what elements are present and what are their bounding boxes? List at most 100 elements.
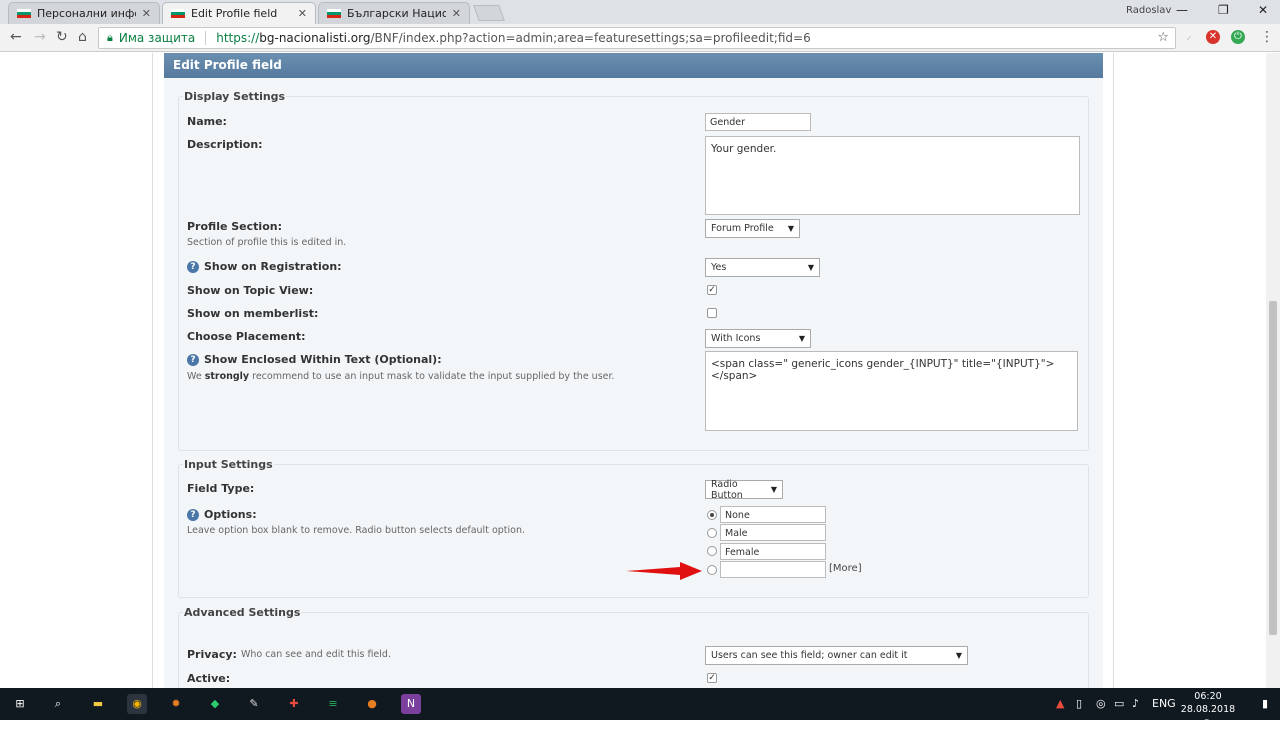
show-registration-label: ? Show on Registration:: [187, 260, 342, 273]
more-options-link[interactable]: [More]: [829, 563, 862, 574]
menu-icon[interactable]: ⋮: [1260, 29, 1274, 45]
tray-app-icon[interactable]: ◎: [1096, 697, 1106, 710]
tab-bg-nationalists[interactable]: Български Националист ✕: [318, 2, 470, 24]
secure-label: Има защита: [119, 31, 207, 45]
close-icon[interactable]: ✕: [142, 7, 151, 20]
hint-part: We: [187, 371, 205, 382]
hint-part: recommend to use an input mask to valida…: [249, 371, 615, 382]
clock-time: 06:20: [1194, 691, 1222, 702]
app-icon[interactable]: ◆: [205, 694, 225, 714]
option-input[interactable]: [720, 561, 826, 578]
onenote-icon[interactable]: N: [401, 694, 421, 714]
tray-notification-icon[interactable]: ▲: [1056, 697, 1064, 710]
input-settings-legend: Input Settings: [183, 458, 274, 471]
tab-label: Персонални информац: [37, 7, 136, 20]
action-center-icon[interactable]: ▮: [1262, 697, 1268, 710]
windows-taskbar: ⊞ ⌕ ▬ ◉ ✹ ◆ ✎ ✚ ≡ ● N ▲ ▯ ◎ ▭ ♪ ENG 06:2…: [0, 688, 1280, 728]
option-default-radio[interactable]: [707, 528, 717, 538]
reload-icon[interactable]: ↻: [56, 29, 68, 45]
privacy-select[interactable]: Users can see this field; owner can edit…: [705, 646, 968, 665]
options-hint: Leave option box blank to remove. Radio …: [187, 525, 526, 536]
option-default-radio[interactable]: [707, 510, 717, 520]
selected-value: With Icons: [711, 333, 761, 344]
option-input[interactable]: Male: [720, 524, 826, 541]
profile-section-label: Profile Section:: [187, 220, 282, 233]
tab-edit-profile-field[interactable]: Edit Profile field ✕: [162, 2, 316, 24]
option-default-radio[interactable]: [707, 565, 717, 575]
close-icon[interactable]: ✕: [452, 7, 461, 20]
browser-toolbar: ← → ↻ ⌂ 🔒︎ Има защита https://bg-naciona…: [0, 24, 1280, 52]
help-icon[interactable]: ?: [187, 260, 199, 273]
profile-section-select[interactable]: Forum Profile ▼: [705, 219, 800, 238]
url-path: /BNF/index.php?action=admin;area=feature…: [370, 31, 811, 45]
selected-value: Yes: [711, 262, 727, 273]
restore-icon[interactable]: ❐: [1218, 3, 1229, 17]
active-checkbox[interactable]: ✓: [707, 673, 717, 683]
annotation-arrow-icon: [626, 562, 702, 580]
volume-icon[interactable]: ♪: [1132, 697, 1139, 710]
home-icon[interactable]: ⌂: [78, 29, 87, 45]
field-type-select[interactable]: Radio Button ▼: [705, 478, 783, 501]
privacy-label: Privacy: Who can see and edit this field…: [187, 648, 391, 661]
option-input[interactable]: Female: [720, 543, 826, 560]
firefox-icon[interactable]: ●: [362, 694, 382, 714]
back-icon[interactable]: ←: [10, 29, 22, 45]
name-label: Name:: [187, 115, 227, 128]
description-label: Description:: [187, 138, 263, 151]
bulgarian-flag-icon: [171, 8, 185, 19]
language-indicator[interactable]: ENG: [1152, 697, 1176, 710]
chrome-icon[interactable]: ◉: [127, 694, 147, 714]
selected-value: Forum Profile: [711, 223, 774, 234]
minimize-icon[interactable]: —: [1176, 3, 1188, 17]
extension-icon[interactable]: ⸝: [1182, 30, 1196, 44]
enclosed-text-textarea[interactable]: <span class=" generic_icons gender_{INPU…: [705, 351, 1078, 431]
show-memberlist-checkbox[interactable]: [707, 308, 717, 318]
file-explorer-icon[interactable]: ▬: [88, 694, 108, 714]
search-icon[interactable]: ⌕: [48, 694, 68, 714]
bulgarian-flag-icon[interactable]: ≡: [323, 694, 343, 714]
help-icon[interactable]: ?: [187, 353, 199, 366]
forward-icon[interactable]: →: [34, 29, 46, 45]
option-default-radio[interactable]: [707, 546, 717, 556]
hint-strong: strongly: [204, 371, 250, 382]
url-host: bg-nacionalisti.org: [259, 31, 371, 45]
uk-flag-icon[interactable]: ✚: [284, 694, 304, 714]
choose-placement-select[interactable]: With Icons ▼: [705, 329, 811, 348]
help-icon[interactable]: ?: [187, 508, 199, 521]
enclosed-text-text: Show Enclosed Within Text (Optional):: [204, 353, 442, 366]
close-window-icon[interactable]: ✕: [1258, 3, 1268, 17]
close-icon[interactable]: ✕: [298, 7, 307, 20]
option-input[interactable]: None: [720, 506, 826, 523]
dropdown-caret-icon: ▼: [787, 224, 794, 233]
tray-device-icon[interactable]: ▯: [1076, 697, 1082, 710]
bookmark-star-icon[interactable]: ☆: [1157, 30, 1169, 45]
description-textarea[interactable]: Your gender.: [705, 136, 1080, 215]
app-icon[interactable]: ✹: [166, 694, 186, 714]
scrollbar-thumb[interactable]: [1269, 301, 1277, 635]
address-bar[interactable]: 🔒︎ Има защита https://bg-nacionalisti.or…: [98, 27, 1176, 49]
show-topic-view-checkbox[interactable]: ✓: [707, 285, 717, 295]
field-type-label: Field Type:: [187, 482, 255, 495]
page-scrollbar[interactable]: [1266, 53, 1280, 688]
windows-start-icon[interactable]: ⊞: [10, 694, 30, 714]
adblock-icon[interactable]: ✕: [1206, 30, 1220, 44]
name-input[interactable]: Gender: [705, 113, 811, 131]
selected-value: Users can see this field; owner can edit…: [711, 650, 908, 661]
profile-user-name[interactable]: Radoslav: [1126, 5, 1171, 16]
active-label: Active:: [187, 672, 231, 685]
new-tab-button[interactable]: [473, 5, 505, 21]
bulgarian-flag-icon: [17, 8, 31, 19]
options-label: ? Options:: [187, 508, 257, 521]
network-icon[interactable]: ▭: [1114, 697, 1124, 710]
notepad-icon[interactable]: ✎: [244, 694, 264, 714]
clock-date: 28.08.2018 г.: [1180, 704, 1236, 728]
clock[interactable]: 06:20 28.08.2018 г.: [1180, 690, 1236, 729]
options-text: Options:: [204, 508, 257, 521]
extension-power-icon[interactable]: ⏻: [1231, 30, 1245, 44]
show-registration-select[interactable]: Yes ▼: [705, 258, 820, 277]
dropdown-caret-icon: ▼: [807, 263, 814, 272]
enclosed-text-hint: We strongly recommend to use an input ma…: [187, 371, 615, 382]
tab-personal-info[interactable]: Персонални информац ✕: [8, 2, 160, 24]
tab-label: Edit Profile field: [191, 7, 278, 20]
selected-value: Radio Button: [711, 478, 743, 501]
